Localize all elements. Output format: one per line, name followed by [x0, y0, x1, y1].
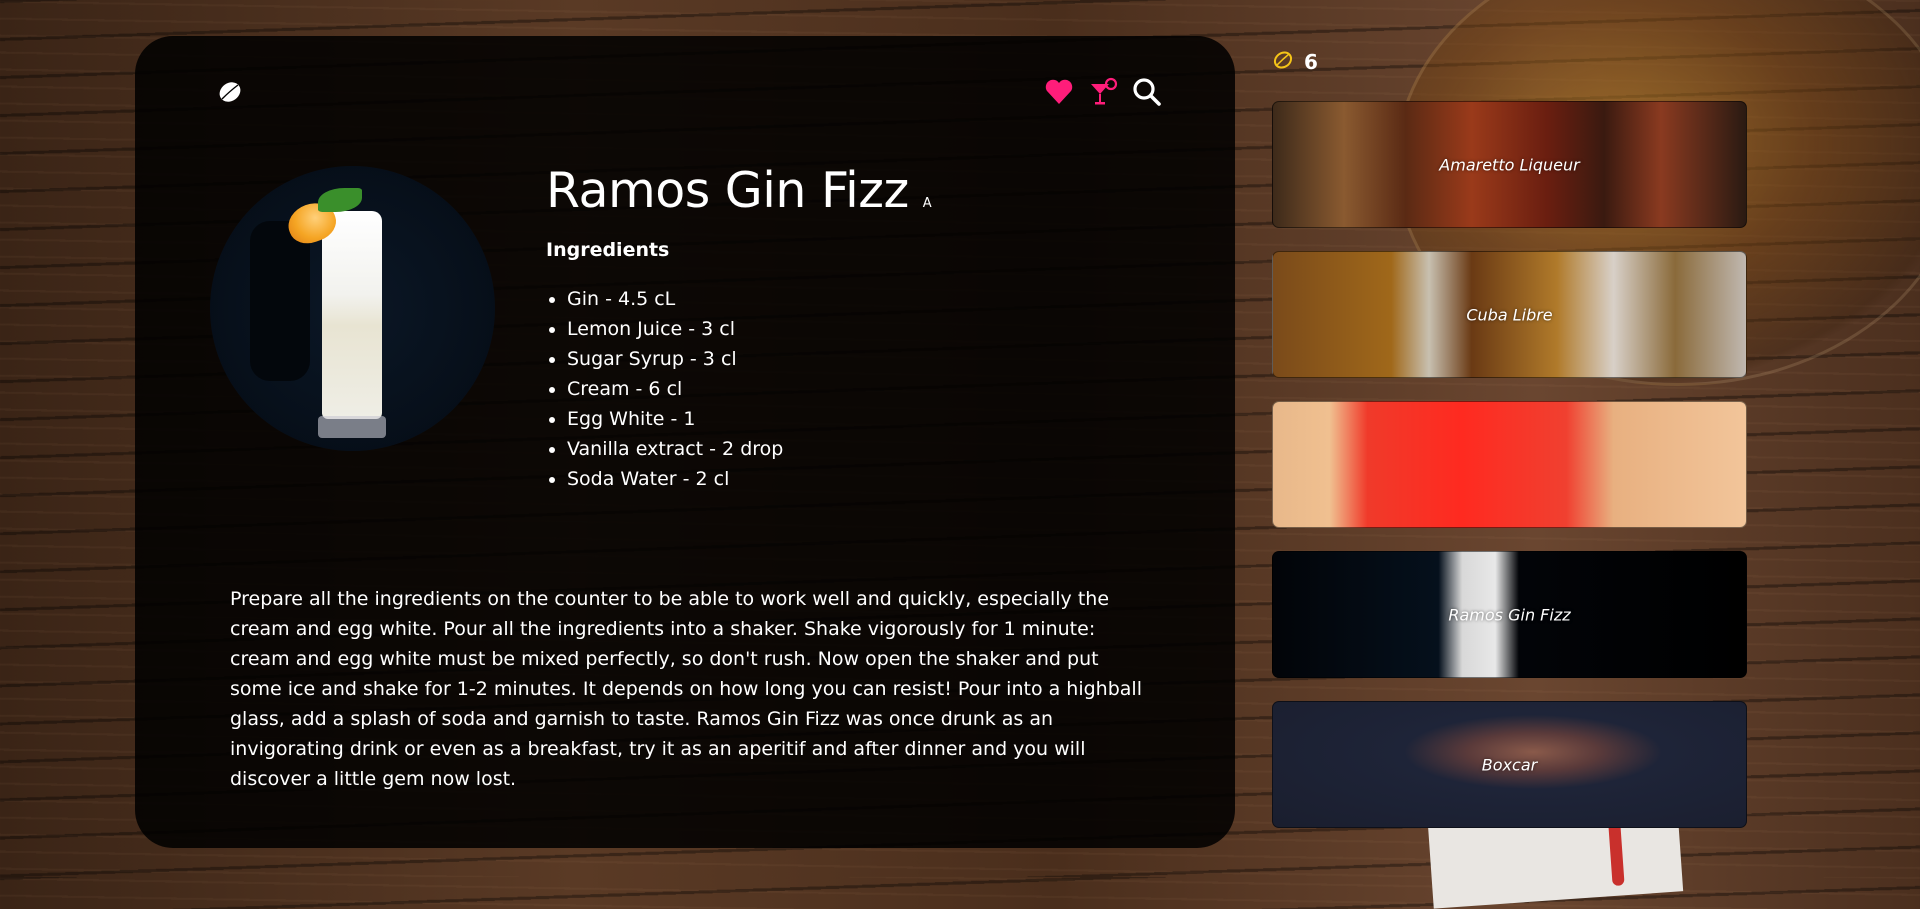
ingredient-item: Vanilla extract - 2 drop [567, 434, 783, 464]
drink-instructions: Prepare all the ingredients on the count… [230, 588, 1142, 790]
drink-card-name: Boxcar [1481, 755, 1538, 774]
drink-title-row: Ramos Gin Fizz A [546, 166, 932, 215]
drink-count: 6 [1304, 50, 1318, 74]
drink-card-name: Ramos Gin Fizz [1448, 605, 1571, 624]
heart-icon[interactable] [1043, 76, 1075, 108]
ingredient-item: Sugar Syrup - 3 cl [567, 344, 783, 374]
search-icon[interactable] [1131, 76, 1163, 108]
drink-card-name: Amaretto Liqueur [1439, 155, 1580, 174]
ingredient-item: Soda Water - 2 cl [567, 464, 783, 494]
ingredient-item: Lemon Juice - 3 cl [567, 314, 783, 344]
cocktail-glass-icon[interactable] [1087, 76, 1119, 108]
drink-image [210, 166, 495, 451]
drink-card[interactable]: Ramos Gin Fizz [1272, 551, 1747, 678]
ingredients-list: Gin - 4.5 cL Lemon Juice - 3 cl Sugar Sy… [546, 284, 783, 494]
drink-card[interactable]: Amaretto Liqueur [1272, 101, 1747, 228]
ingredient-item: Gin - 4.5 cL [567, 284, 783, 314]
ingredients-heading: Ingredients [546, 239, 670, 261]
drink-detail-panel: Ramos Gin Fizz A Ingredients Gin - 4.5 c… [135, 36, 1235, 848]
drink-counter: 6 [1272, 46, 1747, 78]
header-actions [1043, 76, 1163, 108]
alcoholic-tag: A [922, 196, 932, 211]
drink-sidebar: 6 Amaretto Liqueur Cuba Libre Ramos Gin … [1272, 46, 1747, 828]
lemon-icon [1272, 49, 1294, 75]
glass-base [318, 416, 386, 438]
ingredient-item: Cream - 6 cl [567, 374, 783, 404]
mint-garnish [318, 188, 362, 212]
drink-card[interactable]: Cuba Libre [1272, 251, 1747, 378]
drink-title: Ramos Gin Fizz [546, 162, 909, 219]
drink-card[interactable]: Boxcar [1272, 701, 1747, 828]
background-figure [250, 221, 310, 381]
drink-card[interactable] [1272, 401, 1747, 528]
lemon-logo-icon[interactable] [217, 79, 243, 105]
ingredient-item: Egg White - 1 [567, 404, 783, 434]
highball-glass [322, 211, 382, 419]
drink-card-name: Cuba Libre [1466, 305, 1553, 324]
